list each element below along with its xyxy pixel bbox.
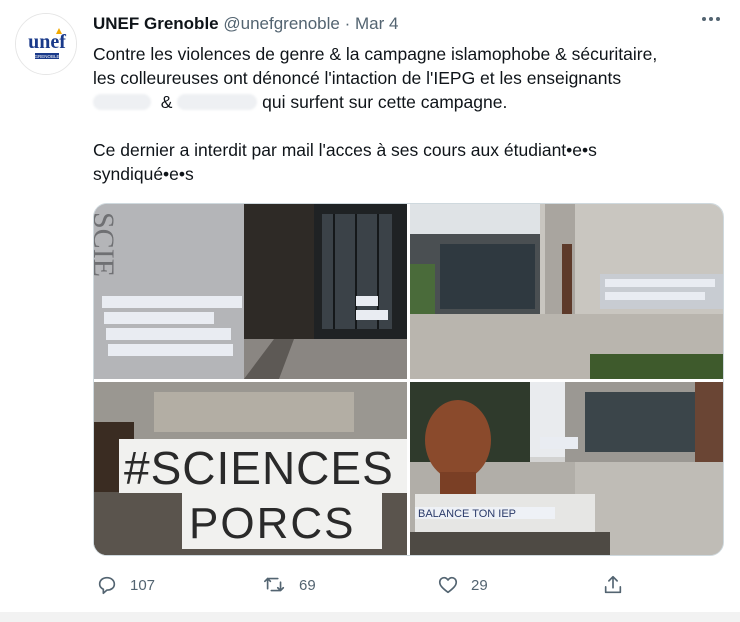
ampersand: & — [160, 92, 173, 112]
heart-icon — [438, 576, 458, 594]
photo-building-exterior[interactable] — [410, 204, 723, 379]
avatar[interactable]: unef GRENOBLE — [15, 13, 77, 75]
sign-text-line: #SCIENCES — [124, 442, 394, 494]
statue-caption: BALANCE TON IEP — [418, 508, 516, 520]
tweet-header: UNEF Grenoble @unefgrenoble · Mar 4 — [93, 14, 398, 34]
retweet-icon — [264, 577, 285, 592]
svg-text:SCIE: SCIE — [94, 212, 120, 277]
tweet-text-line: Ce dernier a interdit par mail l'acces à… — [93, 140, 597, 160]
avatar-logo-text: unef — [28, 31, 66, 53]
tweet-text-fragment: qui surfent sur cette campagne. — [262, 92, 508, 112]
media-grid: SCIE #SCIENCES PORCS BALANCE TON IEP — [93, 203, 724, 556]
retweet-button[interactable]: 69 — [263, 574, 316, 596]
dot-separator: · — [344, 14, 351, 33]
photo-statue-courtyard[interactable]: BALANCE TON IEP — [410, 382, 723, 555]
reply-button[interactable]: 107 — [96, 574, 155, 596]
tweet-text: Contre les violences de genre & la campa… — [93, 42, 723, 186]
like-button[interactable]: 29 — [437, 574, 488, 596]
like-count: 29 — [471, 576, 488, 594]
photo-building-collage[interactable]: SCIE — [94, 204, 407, 379]
retweet-count: 69 — [299, 576, 316, 594]
tweet-text-line: syndiqué•e•s — [93, 164, 194, 184]
tweet-card[interactable]: unef GRENOBLE UNEF Grenoble @unefgrenobl… — [0, 0, 740, 612]
sign-text-line: PORCS — [189, 499, 355, 548]
author-handle[interactable]: @unefgrenoble — [223, 14, 340, 33]
share-icon — [604, 575, 622, 594]
more-horizontal-icon[interactable] — [700, 8, 722, 36]
photo-sciences-porcs-sign[interactable]: #SCIENCES PORCS — [94, 382, 407, 555]
author-name[interactable]: UNEF Grenoble — [93, 14, 219, 33]
paragraph-break — [93, 114, 723, 138]
tweet-text-line: Contre les violences de genre & la campa… — [93, 44, 658, 64]
reply-count: 107 — [130, 576, 156, 594]
tweet-actions: 107 69 29 — [0, 574, 740, 598]
redacted-name — [177, 94, 258, 110]
tweet-text-line: les colleureuses ont dénoncé l'intaction… — [93, 68, 622, 88]
redacted-name — [93, 94, 151, 110]
share-button[interactable] — [602, 574, 624, 596]
tweet-text-line: & qui surfent sur cette campagne. — [93, 90, 723, 114]
unef-logo-icon: unef GRENOBLE — [16, 14, 76, 74]
avatar-sub-text: GRENOBLE — [34, 54, 59, 59]
tweet-date[interactable]: Mar 4 — [355, 14, 398, 33]
reply-icon — [98, 576, 116, 595]
